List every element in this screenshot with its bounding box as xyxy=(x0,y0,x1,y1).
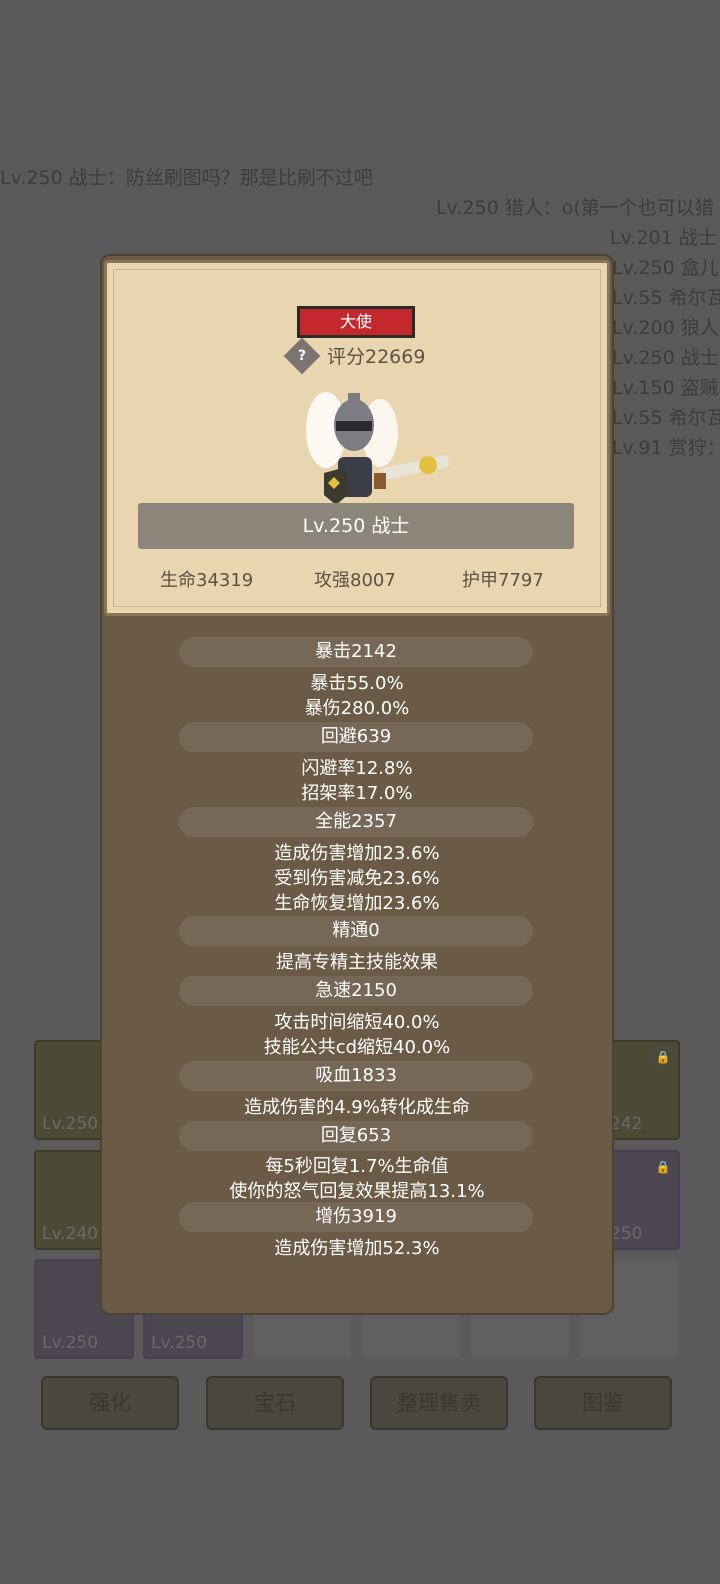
stat-detail: 攻击时间缩短40.0% xyxy=(274,1012,440,1033)
stat-detail: 每5秒回复1.7%生命值 xyxy=(265,1156,449,1177)
chat-message: Lv.55 希尔瓦 xyxy=(612,407,720,429)
chat-message: Lv.250 战士：防丝刷图吗？那是比刷不过吧 xyxy=(0,167,373,189)
item-level: 250 xyxy=(610,1224,643,1244)
stat-header-lifesteal: 吸血1833 xyxy=(179,1061,533,1091)
stat-detail: 闪避率12.8% xyxy=(301,758,413,779)
score-label: 评分22669 xyxy=(327,346,426,368)
stat-detail: 使你的怒气回复效果提高13.1% xyxy=(229,1181,485,1202)
codex-button[interactable]: 图鉴 xyxy=(534,1376,672,1430)
chat-message: Lv.250 猎人：o(第一个也可以猎 xyxy=(436,197,714,219)
stat-detail: 暴击55.0% xyxy=(310,673,404,694)
stat-header-dodge: 回避639 xyxy=(179,722,533,752)
stat-header-regen: 回复653 xyxy=(179,1121,533,1151)
stat-header-haste: 急速2150 xyxy=(179,976,533,1006)
item-level: Lv.250 xyxy=(42,1333,99,1353)
title-badge: 大使 xyxy=(297,306,415,338)
stat-detail: 招架率17.0% xyxy=(301,783,413,804)
stat-header-mastery: 精通0 xyxy=(179,916,533,946)
stat-header-versatility: 全能2357 xyxy=(179,807,533,837)
lock-icon: 🔒 xyxy=(652,1046,674,1068)
help-icon-glyph: ? xyxy=(297,348,307,364)
stat-detail: 生命恢复增加23.6% xyxy=(274,893,440,914)
chat-message: Lv.91 赏狩： xyxy=(612,437,720,459)
lock-icon: 🔒 xyxy=(652,1156,674,1178)
character-avatar xyxy=(288,385,468,510)
enhance-button[interactable]: 强化 xyxy=(41,1376,179,1430)
chat-message: Lv.250 战士 xyxy=(612,347,719,369)
stat-header-crit: 暴击2142 xyxy=(179,637,533,667)
stat-detail: 暴伤280.0% xyxy=(304,698,410,719)
hp-stat: 生命34319 xyxy=(160,570,254,591)
attack-stat: 攻强8007 xyxy=(314,570,396,591)
chat-message: Lv.200 狼人 xyxy=(612,317,719,339)
stat-detail: 技能公共cd缩短40.0% xyxy=(263,1037,451,1058)
warrior-sprite xyxy=(306,392,450,505)
stat-header-damage-boost: 增伤3919 xyxy=(179,1202,533,1232)
item-level: 242 xyxy=(610,1114,643,1134)
armor-stat: 护甲7797 xyxy=(462,570,544,591)
item-level: Lv.240 xyxy=(42,1224,99,1244)
sort-sell-button[interactable]: 整理售卖 xyxy=(370,1376,508,1430)
chat-message: Lv.150 盗贼 xyxy=(612,377,719,399)
character-name: Lv.250 战士 xyxy=(138,503,574,549)
gem-button[interactable]: 宝石 xyxy=(206,1376,344,1430)
item-level: Lv.250 xyxy=(151,1333,208,1353)
help-icon[interactable]: ? xyxy=(283,337,321,375)
stat-detail: 造成伤害增加23.6% xyxy=(274,843,440,864)
chat-message: Lv.250 盒儿 xyxy=(612,257,719,279)
item-level: Lv.250 xyxy=(42,1114,99,1134)
chat-message: Lv.55 希尔瓦 xyxy=(612,287,720,309)
stat-detail: 受到伤害减免23.6% xyxy=(274,868,440,889)
stat-detail: 提高专精主技能效果 xyxy=(276,952,438,973)
stat-detail: 造成伤害增加52.3% xyxy=(274,1238,440,1259)
stat-detail: 造成伤害的4.9%转化成生命 xyxy=(244,1097,470,1118)
chat-message: Lv.201 战士 xyxy=(610,227,717,249)
